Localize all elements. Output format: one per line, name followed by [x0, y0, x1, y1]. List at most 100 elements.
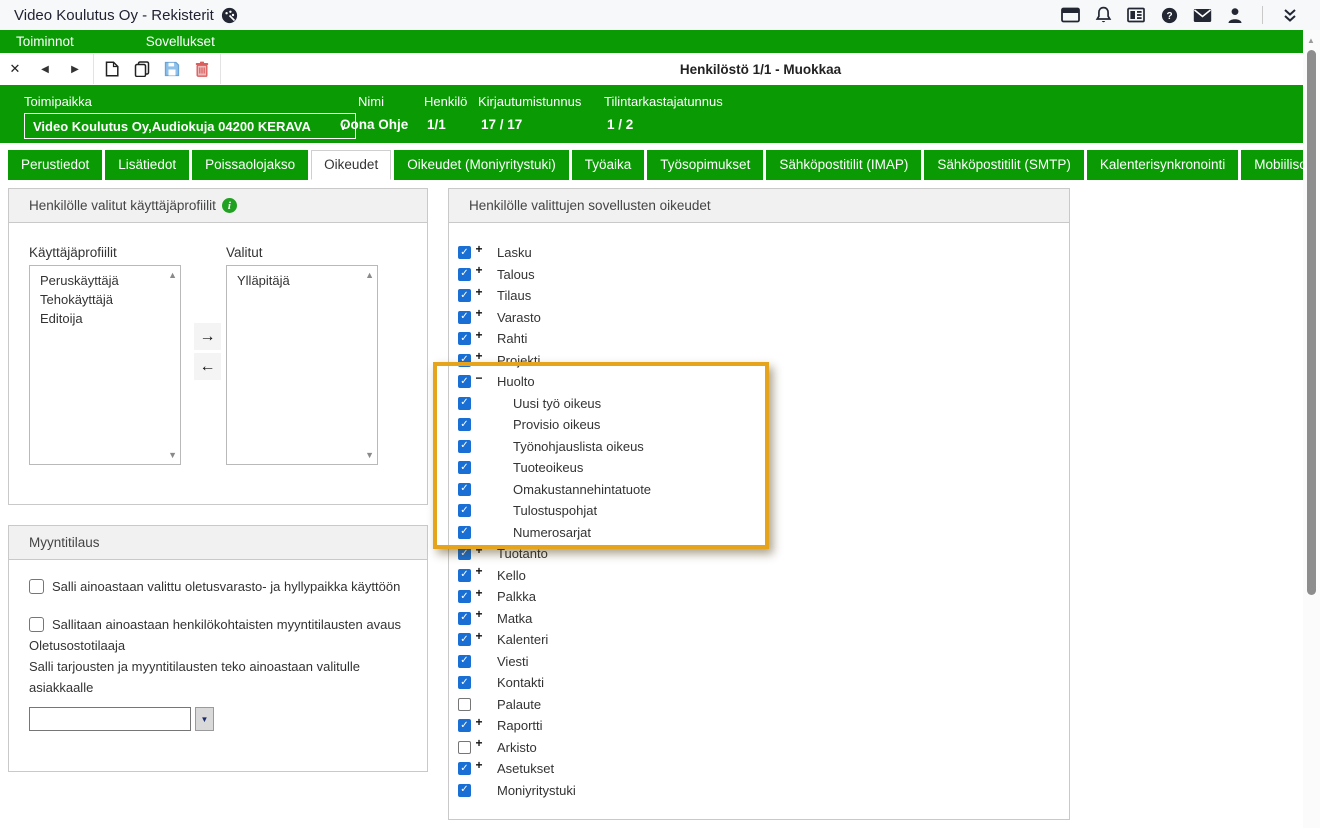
save-record-button[interactable]: [157, 54, 187, 84]
checked-checkbox[interactable]: ✓: [458, 612, 471, 625]
tree-item-label[interactable]: Lasku: [497, 245, 532, 260]
new-record-button[interactable]: [97, 54, 127, 84]
listbox-option-perusk-ytt-j[interactable]: Peruskäyttäjä: [30, 271, 180, 290]
checked-checkbox[interactable]: ✓: [458, 590, 471, 603]
tree-item-label[interactable]: Tilaus: [497, 288, 531, 303]
move-right-button[interactable]: →: [194, 323, 221, 350]
tree-item-label[interactable]: Tulostuspohjat: [513, 503, 597, 518]
previous-record-button[interactable]: ◀: [30, 54, 60, 84]
tab-poissaolojakso[interactable]: Poissaolojakso: [192, 150, 308, 180]
default-warehouse-checkbox[interactable]: [29, 579, 44, 594]
scroll-up-icon[interactable]: ▲: [168, 270, 177, 280]
listbox-option-yll-pit-j[interactable]: Ylläpitäjä: [227, 271, 377, 290]
tree-item-label[interactable]: Omakustannehintatuote: [513, 482, 651, 497]
tree-item-label[interactable]: Palkka: [497, 589, 536, 604]
tree-item-label[interactable]: Asetukset: [497, 761, 554, 776]
expand-icon[interactable]: +: [471, 564, 487, 578]
tree-item-label[interactable]: Kontakti: [497, 675, 544, 690]
menu-toiminnot[interactable]: Toiminnot: [0, 34, 90, 49]
tab-ty-aika[interactable]: Työaika: [572, 150, 645, 180]
copy-record-button[interactable]: [127, 54, 157, 84]
menu-sovellukset[interactable]: Sovellukset: [130, 34, 231, 49]
checked-checkbox[interactable]: ✓: [458, 483, 471, 496]
checked-checkbox[interactable]: ✓: [458, 289, 471, 302]
checked-checkbox[interactable]: ✓: [458, 397, 471, 410]
tree-item-label[interactable]: Viesti: [497, 654, 529, 669]
expand-icon[interactable]: +: [471, 306, 487, 320]
next-record-button[interactable]: ▶: [60, 54, 90, 84]
scroll-up-icon[interactable]: ▲: [365, 270, 374, 280]
checked-checkbox[interactable]: ✓: [458, 440, 471, 453]
mail-icon[interactable]: [1192, 5, 1212, 25]
tree-item-label[interactable]: Raportti: [497, 718, 543, 733]
scrollbar-up-icon[interactable]: ▲: [1307, 36, 1315, 45]
tree-item-label[interactable]: Tuoteoikeus: [513, 460, 583, 475]
tree-item-label[interactable]: Kalenteri: [497, 632, 548, 647]
expand-icon[interactable]: +: [471, 758, 487, 772]
listbox-option-tehok-ytt-j[interactable]: Tehokäyttäjä: [30, 290, 180, 309]
checked-checkbox[interactable]: ✓: [458, 762, 471, 775]
tree-item-label[interactable]: Arkisto: [497, 740, 537, 755]
checked-checkbox[interactable]: ✓: [458, 633, 471, 646]
tab-s-hk-postitilit-imap[interactable]: Sähköpostitilit (IMAP): [766, 150, 921, 180]
checked-checkbox[interactable]: ✓: [458, 354, 471, 367]
expand-icon[interactable]: +: [471, 607, 487, 621]
checked-checkbox[interactable]: ✓: [458, 569, 471, 582]
info-icon[interactable]: i: [222, 198, 237, 213]
toimipaikka-select[interactable]: Video Koulutus Oy,Audiokuja 04200 KERAVA…: [24, 113, 356, 139]
help-icon[interactable]: ?: [1159, 5, 1179, 25]
tree-item-label[interactable]: Työnohjauslista oikeus: [513, 439, 644, 454]
expand-icon[interactable]: +: [471, 242, 487, 256]
tree-item-label[interactable]: Palaute: [497, 697, 541, 712]
tab-oikeudet-moniyritystuki[interactable]: Oikeudet (Moniyritystuki): [394, 150, 569, 180]
customer-input[interactable]: [29, 707, 191, 731]
checked-checkbox[interactable]: ✓: [458, 461, 471, 474]
tab-ty-sopimukset[interactable]: Työsopimukset: [647, 150, 763, 180]
checked-checkbox[interactable]: ✓: [458, 526, 471, 539]
news-icon[interactable]: [1126, 5, 1146, 25]
expand-icon[interactable]: +: [471, 285, 487, 299]
expand-icon[interactable]: +: [471, 715, 487, 729]
tree-item-label[interactable]: Moniyritystuki: [497, 783, 576, 798]
selected-profiles-listbox[interactable]: ▲ ▼ Ylläpitäjä: [226, 265, 378, 465]
tree-item-label[interactable]: Provisio oikeus: [513, 417, 600, 432]
tree-item-label[interactable]: Projekti: [497, 353, 540, 368]
tab-perustiedot[interactable]: Perustiedot: [8, 150, 102, 180]
unchecked-checkbox[interactable]: [458, 698, 471, 711]
tree-item-label[interactable]: Huolto: [497, 374, 535, 389]
expand-icon[interactable]: +: [471, 736, 487, 750]
checked-checkbox[interactable]: ✓: [458, 418, 471, 431]
checked-checkbox[interactable]: ✓: [458, 676, 471, 689]
window-icon[interactable]: [1060, 5, 1080, 25]
checked-checkbox[interactable]: ✓: [458, 268, 471, 281]
move-left-button[interactable]: ←: [194, 353, 221, 380]
checked-checkbox[interactable]: ✓: [458, 719, 471, 732]
expand-icon[interactable]: +: [471, 328, 487, 342]
checked-checkbox[interactable]: ✓: [458, 547, 471, 560]
scrollbar-thumb[interactable]: [1307, 50, 1316, 595]
expand-icon[interactable]: +: [471, 349, 487, 363]
tree-item-label[interactable]: Rahti: [497, 331, 527, 346]
collapse-icon[interactable]: −: [471, 371, 487, 385]
checked-checkbox[interactable]: ✓: [458, 784, 471, 797]
expand-icon[interactable]: +: [471, 629, 487, 643]
scroll-down-icon[interactable]: ▼: [168, 450, 177, 460]
tree-item-label[interactable]: Matka: [497, 611, 532, 626]
user-icon[interactable]: [1225, 5, 1245, 25]
collapse-header-icon[interactable]: [1280, 5, 1300, 25]
page-scrollbar[interactable]: ▲: [1303, 30, 1320, 828]
tab-oikeudet[interactable]: Oikeudet: [311, 150, 391, 180]
personal-orders-checkbox[interactable]: [29, 617, 44, 632]
checked-checkbox[interactable]: ✓: [458, 246, 471, 259]
customer-dropdown-button[interactable]: ▼: [195, 707, 214, 731]
bell-icon[interactable]: [1093, 5, 1113, 25]
tab-lis-tiedot[interactable]: Lisätiedot: [105, 150, 189, 180]
tab-s-hk-postitilit-smtp[interactable]: Sähköpostitilit (SMTP): [924, 150, 1084, 180]
tab-kalenterisynkronointi[interactable]: Kalenterisynkronointi: [1087, 150, 1238, 180]
expand-icon[interactable]: +: [471, 543, 487, 557]
available-profiles-listbox[interactable]: ▲ ▼ PeruskäyttäjäTehokäyttäjäEditoija: [29, 265, 181, 465]
checked-checkbox[interactable]: ✓: [458, 504, 471, 517]
tree-item-label[interactable]: Talous: [497, 267, 535, 282]
checked-checkbox[interactable]: ✓: [458, 311, 471, 324]
expand-icon[interactable]: +: [471, 263, 487, 277]
